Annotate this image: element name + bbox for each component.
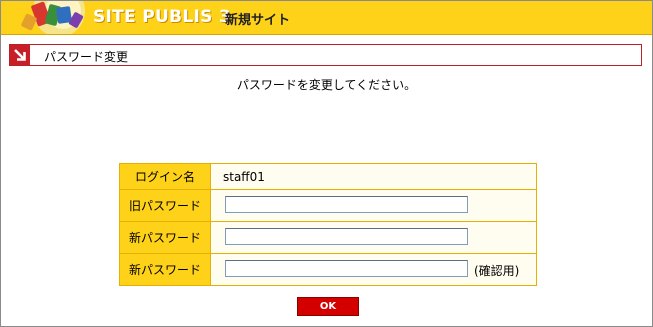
- form-row-old-password: 旧パスワード: [120, 190, 536, 222]
- logo-illustration: [1, 1, 93, 34]
- confirm-note: (確認用): [474, 264, 520, 278]
- old-password-cell: [212, 190, 536, 221]
- confirm-password-cell: (確認用): [212, 254, 536, 285]
- login-label: ログイン名: [120, 164, 211, 189]
- old-password-label: 旧パスワード: [120, 190, 211, 221]
- confirm-password-label: 新パスワード: [120, 254, 211, 285]
- ok-button[interactable]: OK: [297, 297, 359, 316]
- arrow-down-right-icon: [10, 45, 30, 65]
- login-value: staff01: [223, 170, 265, 184]
- login-value-cell: staff01: [212, 164, 536, 189]
- app-header: SITE PUBLIS 3 新規サイト: [1, 1, 652, 35]
- form-row-new-password: 新パスワード: [120, 222, 536, 254]
- old-password-input[interactable]: [225, 196, 468, 213]
- instruction-text: パスワードを変更してください。: [236, 78, 417, 92]
- new-password-cell: [212, 222, 536, 253]
- form-row-login: ログイン名 staff01: [120, 164, 536, 190]
- section-title-bar: パスワード変更: [9, 44, 642, 66]
- new-password-label: 新パスワード: [120, 222, 211, 253]
- window-frame: SITE PUBLIS 3 新規サイト パスワード変更 パスワードを変更してくだ…: [0, 0, 653, 327]
- form-row-confirm-password: 新パスワード (確認用): [120, 254, 536, 285]
- section-title: パスワード変更: [44, 50, 129, 64]
- new-password-input[interactable]: [225, 228, 468, 245]
- brand-logo-text: SITE PUBLIS 3: [93, 7, 231, 27]
- site-name: 新規サイト: [225, 13, 291, 28]
- confirm-password-input[interactable]: [225, 260, 468, 277]
- password-form: ログイン名 staff01 旧パスワード 新パスワード 新パスワード (確認用): [119, 163, 537, 286]
